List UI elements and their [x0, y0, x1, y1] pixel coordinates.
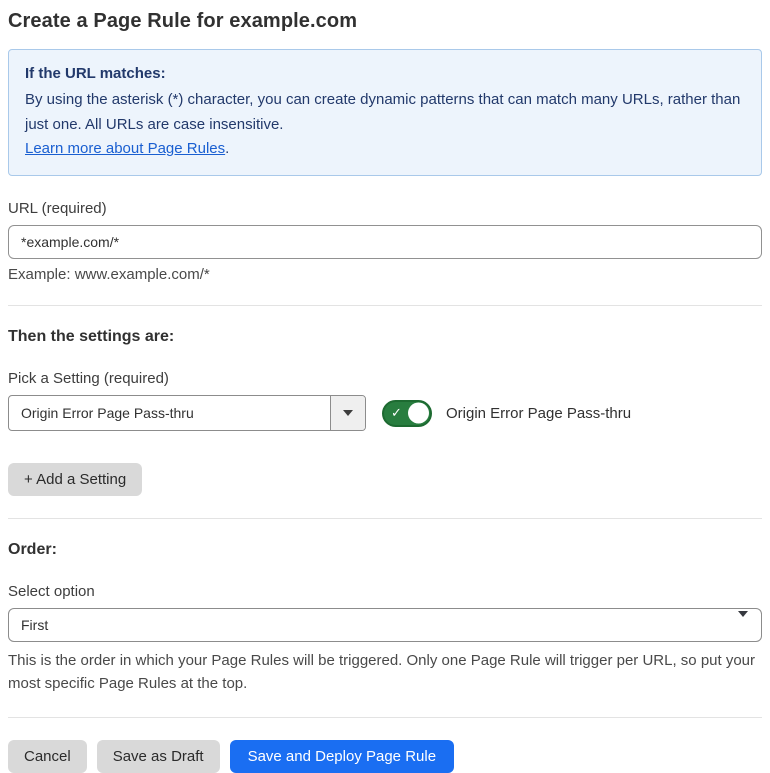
- url-example-text: Example: www.example.com/*: [8, 266, 210, 284]
- link-suffix: .: [225, 139, 230, 157]
- setting-combobox-dropdown-button[interactable]: [330, 396, 365, 431]
- setting-toggle-group: ✓ Origin Error Page Pass-thru: [382, 399, 632, 427]
- chevron-down-icon: [738, 611, 748, 634]
- divider: [8, 717, 762, 719]
- setting-row: Origin Error Page Pass-thru ✓ Origin Err…: [8, 395, 762, 432]
- order-select-value: First: [21, 617, 49, 634]
- save-as-draft-button[interactable]: Save as Draft: [96, 740, 220, 773]
- info-box-body: By using the asterisk (*) character, you…: [25, 91, 741, 133]
- page-title: Create a Page Rule for example.com: [8, 10, 358, 32]
- url-input[interactable]: [8, 225, 762, 260]
- origin-error-toggle[interactable]: ✓: [382, 399, 432, 427]
- order-select[interactable]: First: [8, 608, 762, 643]
- select-option-label: Select option: [8, 583, 95, 601]
- settings-section-heading: Then the settings are:: [8, 328, 175, 346]
- setting-combobox-value[interactable]: Origin Error Page Pass-thru: [9, 396, 330, 430]
- cancel-button[interactable]: Cancel: [8, 740, 87, 773]
- setting-combobox[interactable]: Origin Error Page Pass-thru: [8, 395, 366, 432]
- toggle-label: Origin Error Page Pass-thru: [446, 404, 632, 422]
- order-help-text: This is the order in which your Page Rul…: [8, 652, 756, 692]
- learn-more-link[interactable]: Learn more about Page Rules: [25, 140, 225, 157]
- actions-row: Cancel Save as Draft Save and Deploy Pag…: [8, 740, 762, 773]
- info-box-link-line: Learn more about Page Rules.: [25, 137, 745, 161]
- info-box-heading: If the URL matches:: [25, 65, 166, 82]
- pick-setting-label: Pick a Setting (required): [8, 370, 169, 388]
- save-and-deploy-button[interactable]: Save and Deploy Page Rule: [229, 740, 455, 773]
- divider: [8, 518, 762, 520]
- add-setting-button[interactable]: + Add a Setting: [8, 463, 143, 497]
- order-section-heading: Order:: [8, 541, 57, 559]
- check-icon: ✓: [391, 405, 402, 421]
- url-field-label: URL (required): [8, 200, 107, 218]
- toggle-knob: [408, 402, 429, 424]
- url-match-info-box: If the URL matches: By using the asteris…: [8, 49, 762, 177]
- chevron-down-icon: [343, 410, 353, 417]
- divider: [8, 305, 762, 307]
